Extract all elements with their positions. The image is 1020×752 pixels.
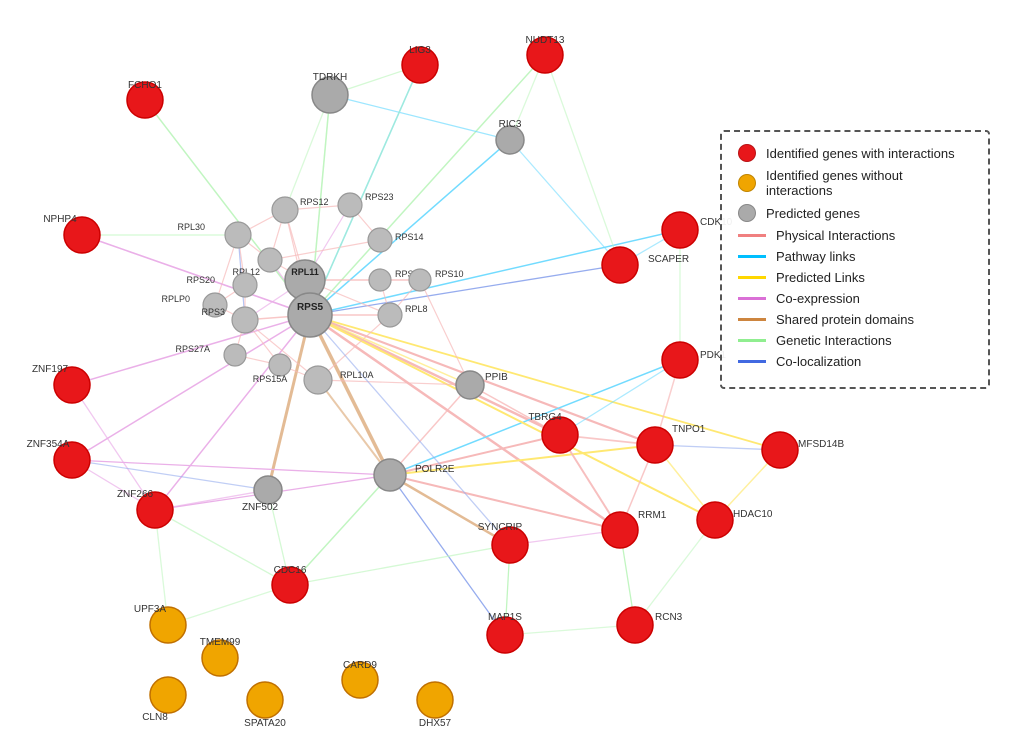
svg-text:CLN8: CLN8 <box>142 712 168 723</box>
legend-line-colocalization <box>738 360 766 363</box>
svg-text:DHX57: DHX57 <box>419 718 452 729</box>
svg-text:FCHO1: FCHO1 <box>128 80 162 91</box>
orange-gene-nodes: TMEM99 CLN8 SPATA20 CARD9 DHX57 UPF3A <box>134 604 453 729</box>
legend-item-shared: Shared protein domains <box>738 312 972 327</box>
legend-label-coexpression: Co-expression <box>776 291 860 306</box>
svg-text:CDC16: CDC16 <box>274 565 307 576</box>
legend-item-orange: Identified genes without interactions <box>738 168 972 198</box>
legend-line-predicted <box>738 276 766 279</box>
svg-text:SCAPER: SCAPER <box>648 254 689 265</box>
legend-label-genetic: Genetic Interactions <box>776 333 892 348</box>
svg-text:MAP1S: MAP1S <box>488 612 522 623</box>
legend-circle-red <box>738 144 756 162</box>
svg-text:RPS3: RPS3 <box>201 307 225 317</box>
svg-text:TMEM99: TMEM99 <box>200 637 241 648</box>
legend-item-pathway: Pathway links <box>738 249 972 264</box>
svg-text:RPS14: RPS14 <box>395 232 424 242</box>
svg-text:RPL30: RPL30 <box>177 222 205 232</box>
svg-text:POLR2E: POLR2E <box>415 464 455 475</box>
svg-text:RPL10A: RPL10A <box>340 370 374 380</box>
svg-text:NUDT13: NUDT13 <box>526 35 565 46</box>
main-container: TDRKH RIC3 RPS12 RPL30 RPL12 RPS23 RPS14… <box>0 0 1020 752</box>
legend-item-gray: Predicted genes <box>738 204 972 222</box>
svg-text:RPS5: RPS5 <box>297 302 324 313</box>
svg-text:RPS10: RPS10 <box>435 269 464 279</box>
legend-line-shared <box>738 318 766 321</box>
svg-text:RPS15A: RPS15A <box>253 374 288 384</box>
svg-text:SYNCRIP: SYNCRIP <box>478 522 523 533</box>
svg-text:RCN3: RCN3 <box>655 612 683 623</box>
svg-text:RIC3: RIC3 <box>499 119 522 130</box>
legend-item-colocalization: Co-localization <box>738 354 972 369</box>
legend-label-physical: Physical Interactions <box>776 228 895 243</box>
legend-line-pathway <box>738 255 766 258</box>
legend-label-pathway: Pathway links <box>776 249 855 264</box>
svg-text:NPHP4: NPHP4 <box>43 214 77 225</box>
legend-item-predicted: Predicted Links <box>738 270 972 285</box>
legend-circle-gray <box>738 204 756 222</box>
legend-box: Identified genes with interactions Ident… <box>720 130 990 389</box>
svg-text:UPF3A: UPF3A <box>134 604 167 615</box>
legend-line-coexpression <box>738 297 766 300</box>
svg-text:SPATA20: SPATA20 <box>244 718 286 729</box>
legend-item-physical: Physical Interactions <box>738 228 972 243</box>
svg-text:TBRG4: TBRG4 <box>528 412 562 423</box>
svg-text:RPS23: RPS23 <box>365 192 394 202</box>
svg-text:RPL11: RPL11 <box>291 267 319 277</box>
legend-circle-orange <box>738 174 756 192</box>
svg-text:LIG3: LIG3 <box>409 45 431 56</box>
svg-text:RPL8: RPL8 <box>405 304 428 314</box>
svg-text:ZNF266: ZNF266 <box>117 489 154 500</box>
legend-line-physical <box>738 234 766 237</box>
legend-label-predicted: Predicted Links <box>776 270 865 285</box>
svg-text:HDAC10: HDAC10 <box>733 509 773 520</box>
legend-line-genetic <box>738 339 766 342</box>
legend-label-colocalization: Co-localization <box>776 354 861 369</box>
legend-label-orange: Identified genes without interactions <box>766 168 972 198</box>
svg-text:ZNF197: ZNF197 <box>32 364 69 375</box>
svg-text:RPLP0: RPLP0 <box>161 294 190 304</box>
svg-text:PPIB: PPIB <box>485 372 508 383</box>
svg-text:TDRKH: TDRKH <box>313 72 347 83</box>
legend-label-gray: Predicted genes <box>766 206 860 221</box>
legend-label-shared: Shared protein domains <box>776 312 914 327</box>
svg-text:RPS20: RPS20 <box>186 275 215 285</box>
legend-label-red: Identified genes with interactions <box>766 146 955 161</box>
svg-text:RPS27A: RPS27A <box>175 344 210 354</box>
legend-item-coexpression: Co-expression <box>738 291 972 306</box>
svg-text:ZNF354A: ZNF354A <box>27 439 70 450</box>
legend-item-genetic: Genetic Interactions <box>738 333 972 348</box>
svg-text:TNPO1: TNPO1 <box>672 424 706 435</box>
svg-text:RPS12: RPS12 <box>300 197 329 207</box>
legend-item-red: Identified genes with interactions <box>738 144 972 162</box>
svg-text:ZNF502: ZNF502 <box>242 502 279 513</box>
svg-text:CARD9: CARD9 <box>343 660 377 671</box>
svg-text:MFSD14B: MFSD14B <box>798 439 844 450</box>
svg-text:RRM1: RRM1 <box>638 510 667 521</box>
